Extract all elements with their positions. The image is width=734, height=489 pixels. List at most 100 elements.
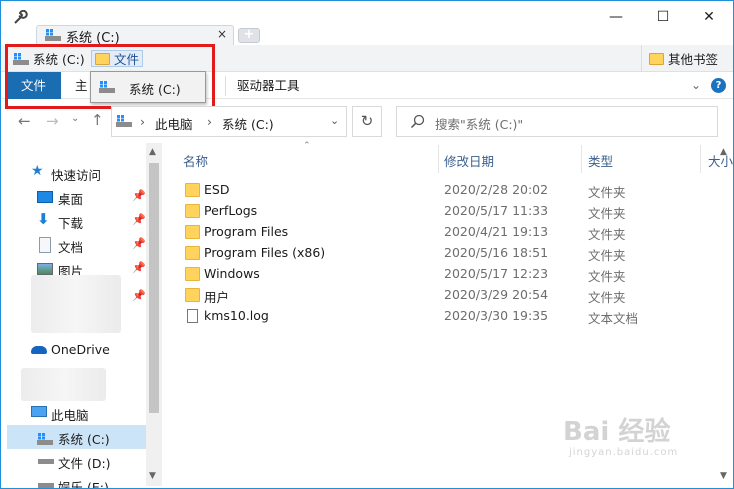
- drive-icon: [37, 433, 53, 445]
- maximize-button[interactable]: ☐: [652, 6, 674, 28]
- desktop-icon: [37, 191, 53, 203]
- file-name: Program Files: [204, 224, 289, 239]
- file-type: 文件夹: [588, 248, 626, 263]
- watermark-text: Bai 经验: [563, 417, 671, 447]
- file-name: kms10.log: [204, 308, 269, 323]
- blurred-region: [21, 368, 106, 401]
- other-bookmarks[interactable]: 其他书签: [641, 45, 718, 72]
- file-row[interactable]: 用户 2020/3/29 20:54 文件夹: [163, 285, 703, 306]
- sort-up-icon: ⌃: [303, 141, 311, 151]
- close-button[interactable]: ✕: [698, 6, 720, 28]
- refresh-button[interactable]: ↻: [352, 106, 382, 137]
- sidebar-item-onedrive[interactable]: OneDrive: [1, 338, 146, 362]
- forward-arrow-icon[interactable]: →: [46, 112, 59, 130]
- blurred-region: [31, 275, 121, 333]
- file-name: ESD: [204, 182, 230, 197]
- sidebar-label: 快速访问: [51, 168, 102, 183]
- file-name: Program Files (x86): [204, 245, 326, 260]
- document-icon: [39, 237, 51, 253]
- breadcrumb-drive[interactable]: 系统 (C:): [222, 114, 274, 133]
- file-name: PerfLogs: [204, 203, 258, 218]
- column-divider[interactable]: [581, 145, 582, 173]
- sidebar-item-downloads[interactable]: ⬇ 下载 📌: [1, 209, 146, 233]
- folder-icon: [185, 267, 200, 281]
- highlight-box: [5, 44, 215, 109]
- file-row[interactable]: ESD 2020/2/28 20:02 文件夹: [163, 180, 703, 201]
- sidebar-label: OneDrive: [51, 342, 110, 357]
- ribbon-divider: [225, 76, 226, 96]
- scroll-up-icon[interactable]: ▲: [720, 147, 727, 157]
- folder-icon: [185, 183, 200, 197]
- search-icon: [410, 114, 425, 129]
- sidebar-item-documents[interactable]: 文档 📌: [1, 233, 146, 257]
- sidebar-item-desktop[interactable]: 桌面 📌: [1, 185, 146, 209]
- sidebar-item-drive-e[interactable]: 娱乐 (E:): [1, 473, 146, 488]
- breadcrumb-separator[interactable]: ›: [207, 114, 212, 129]
- file-row[interactable]: Windows 2020/5/17 12:23 文件夹: [163, 264, 703, 285]
- sidebar-item-drive-d[interactable]: 文件 (D:): [1, 449, 146, 473]
- sidebar-label: 桌面: [58, 192, 84, 207]
- drive-icon: [38, 459, 54, 464]
- scroll-down-icon[interactable]: ▼: [149, 471, 156, 481]
- column-divider[interactable]: [700, 145, 701, 173]
- scroll-down-icon[interactable]: ▼: [720, 471, 727, 481]
- file-row[interactable]: Program Files (x86) 2020/5/16 18:51 文件夹: [163, 243, 703, 264]
- sidebar-label: 文件 (D:): [58, 456, 111, 471]
- back-arrow-icon[interactable]: ←: [18, 112, 31, 130]
- pin-icon[interactable]: 📌: [132, 213, 146, 226]
- column-date[interactable]: 修改日期: [444, 151, 494, 170]
- column-name[interactable]: 名称: [183, 151, 208, 170]
- breadcrumb-this-pc[interactable]: 此电脑: [155, 114, 193, 133]
- sidebar-scrollbar[interactable]: ▲ ▼: [146, 143, 162, 486]
- column-headers: ⌃ 名称 修改日期 类型 大小: [163, 141, 733, 173]
- recent-chevron-icon[interactable]: ⌄: [71, 113, 79, 124]
- sidebar-item-this-pc[interactable]: 此电脑: [1, 401, 146, 425]
- wrench-icon[interactable]: [12, 10, 28, 26]
- sidebar-label: 下载: [58, 216, 84, 231]
- column-type[interactable]: 类型: [588, 151, 613, 170]
- file-date: 2020/2/28 20:02: [444, 182, 549, 197]
- sidebar-item-quick-access[interactable]: ★ 快速访问: [1, 161, 146, 185]
- folder-icon: [185, 204, 200, 218]
- pin-icon[interactable]: 📌: [132, 261, 146, 274]
- scrollbar-thumb[interactable]: [149, 163, 159, 413]
- tab-active[interactable]: 系统 (C:) ×: [36, 25, 234, 46]
- pin-icon[interactable]: 📌: [132, 289, 146, 302]
- tab-close-icon[interactable]: ×: [217, 27, 227, 41]
- drive-icon: [116, 115, 132, 127]
- file-row[interactable]: PerfLogs 2020/5/17 11:33 文件夹: [163, 201, 703, 222]
- sidebar-label: 系统 (C:): [58, 432, 110, 447]
- file-date: 2020/5/17 12:23: [444, 266, 549, 281]
- folder-icon: [649, 52, 664, 65]
- new-tab-button[interactable]: +: [238, 28, 260, 43]
- title-bar: 系统 (C:) × + — ☐ ✕: [1, 1, 733, 46]
- folder-icon: [185, 225, 200, 239]
- file-list-scrollbar[interactable]: ▲ ▼: [717, 143, 733, 486]
- other-bookmarks-label: 其他书签: [668, 52, 719, 67]
- up-arrow-icon[interactable]: ↑: [91, 111, 104, 129]
- file-row[interactable]: Program Files 2020/4/21 19:13 文件夹: [163, 222, 703, 243]
- address-bar[interactable]: › 此电脑 › 系统 (C:) ⌄: [111, 106, 347, 137]
- pin-icon[interactable]: 📌: [132, 189, 146, 202]
- search-box[interactable]: 搜索"系统 (C:)": [396, 106, 718, 137]
- sidebar-item-drive-c[interactable]: 系统 (C:): [7, 425, 146, 449]
- address-dropdown-icon[interactable]: ⌄: [330, 114, 339, 127]
- chevron-down-icon[interactable]: ⌄: [691, 78, 701, 92]
- file-row[interactable]: kms10.log 2020/3/30 19:35 文本文档: [163, 306, 703, 327]
- folder-icon: [185, 246, 200, 260]
- column-divider[interactable]: [438, 145, 439, 173]
- scroll-up-icon[interactable]: ▲: [149, 147, 156, 157]
- minimize-button[interactable]: —: [605, 6, 627, 28]
- tab-drive-tools[interactable]: 驱动器工具: [237, 72, 300, 99]
- breadcrumb-separator[interactable]: ›: [140, 114, 145, 129]
- navigation-pane: ★ 快速访问 桌面 📌 ⬇ 下载 📌 文档 📌 图片 📌 📌 OneDrive: [1, 143, 161, 488]
- cloud-icon: [31, 346, 47, 354]
- file-type: 文件夹: [588, 206, 626, 221]
- file-date: 2020/5/17 11:33: [444, 203, 549, 218]
- sidebar-label: 文档: [58, 240, 84, 255]
- watermark-url: jingyan.baidu.com: [569, 447, 679, 458]
- pin-icon[interactable]: 📌: [132, 237, 146, 250]
- search-placeholder: 搜索"系统 (C:)": [435, 117, 524, 132]
- help-icon[interactable]: ?: [711, 78, 726, 93]
- download-arrow-icon: ⬇: [37, 210, 50, 228]
